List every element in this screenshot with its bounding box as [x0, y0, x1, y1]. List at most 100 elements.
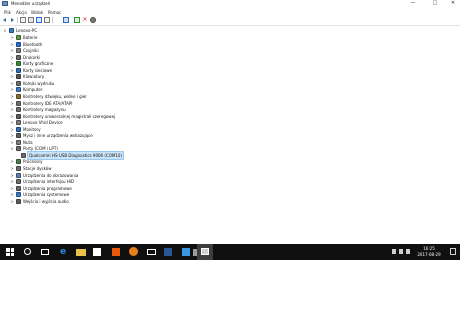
store-icon[interactable]	[93, 248, 101, 256]
chevron-right-icon[interactable]: >	[10, 114, 14, 119]
scan-icon[interactable]	[90, 17, 96, 23]
chevron-right-icon[interactable]: >	[10, 35, 14, 40]
chevron-right-icon[interactable]: >	[10, 68, 14, 73]
minimize-button[interactable]: —	[407, 0, 419, 8]
maximize-button[interactable]: □	[429, 0, 441, 8]
properties-icon-2[interactable]	[28, 17, 34, 23]
title-bar[interactable]: Menedżer urządzeń — □ ✕	[0, 0, 460, 9]
firefox-icon[interactable]	[129, 247, 138, 256]
device-icon	[16, 146, 21, 152]
device-icon	[16, 41, 21, 47]
device-icon	[16, 166, 21, 171]
device-icon	[16, 100, 21, 106]
device-icon	[16, 48, 21, 54]
device-icon	[21, 152, 26, 158]
update-driver-icon[interactable]	[74, 17, 80, 23]
tree-category-item[interactable]: > Wejścia i wyjścia audio	[0, 198, 200, 205]
tree-root-label: Lenovo-PC	[16, 28, 38, 33]
device-manager-icon	[2, 1, 8, 6]
device-icon	[16, 120, 21, 126]
office-icon[interactable]	[112, 248, 120, 256]
monitor-icon[interactable]	[63, 17, 69, 23]
edge-icon[interactable]: e	[58, 247, 68, 257]
device-icon	[16, 35, 21, 40]
uninstall-icon[interactable]: ✕	[82, 17, 88, 23]
device-icon	[16, 67, 21, 73]
chevron-right-icon[interactable]: >	[10, 55, 14, 60]
device-icon	[16, 192, 21, 198]
chevron-right-icon[interactable]: >	[10, 159, 14, 164]
chevron-right-icon[interactable]: >	[10, 199, 14, 204]
battery-icon[interactable]	[406, 249, 410, 254]
start-icon[interactable]	[6, 248, 14, 256]
device-icon	[16, 159, 21, 165]
device-icon	[16, 61, 21, 67]
device-icon	[16, 179, 21, 185]
search-icon[interactable]	[24, 248, 31, 255]
notification-icon[interactable]	[450, 248, 456, 255]
device-icon	[16, 126, 21, 132]
chevron-right-icon[interactable]: >	[10, 81, 14, 86]
chevron-right-icon[interactable]: >	[10, 120, 14, 125]
toolbar-separator	[17, 17, 18, 23]
device-icon	[16, 93, 21, 99]
chevron-right-icon[interactable]: >	[10, 74, 14, 79]
device-manager-icon[interactable]	[201, 248, 209, 255]
chevron-right-icon[interactable]: >	[10, 107, 14, 112]
app-root: Menedżer urządzeń — □ ✕ Plik Akcja Widok…	[0, 0, 460, 320]
device-icon	[16, 139, 21, 145]
chevron-right-icon[interactable]: >	[10, 48, 14, 53]
help-icon[interactable]	[36, 17, 42, 23]
tree-root[interactable]: v Lenovo-PC	[0, 27, 200, 34]
chevron-right-icon[interactable]: >	[10, 101, 14, 106]
device-icon	[16, 107, 21, 113]
chevron-right-icon[interactable]: >	[10, 166, 14, 171]
task-view-icon[interactable]	[41, 249, 49, 255]
device-manager-window: Menedżer urządzeń — □ ✕ Plik Akcja Widok…	[0, 0, 460, 244]
menu-item-help[interactable]: Pomoc	[48, 9, 61, 16]
clock-date[interactable]: 2017-08-29	[412, 252, 446, 258]
taskbar: e 16:25 2017-08-29	[0, 244, 460, 260]
device-icon	[16, 185, 21, 191]
properties-icon[interactable]	[20, 17, 26, 23]
chevron-right-icon[interactable]: >	[10, 87, 14, 92]
chevron-right-icon[interactable]: >	[10, 61, 14, 66]
network-icon[interactable]	[392, 249, 396, 254]
mail-icon[interactable]	[147, 249, 156, 255]
chevron-right-icon[interactable]: >	[10, 173, 14, 178]
tree-item-label: Wejścia i wyjścia audio	[23, 198, 69, 204]
device-icon	[16, 198, 21, 204]
volume-icon[interactable]	[399, 249, 403, 254]
close-button[interactable]: ✕	[447, 0, 459, 8]
view-icon[interactable]	[44, 17, 50, 23]
chevron-right-icon[interactable]: >	[10, 192, 14, 197]
menu-item-file[interactable]: Plik	[4, 9, 11, 16]
menu-bar: Plik Akcja Widok Pomoc	[0, 9, 460, 16]
toolbar-separator	[52, 17, 53, 23]
chevron-right-icon[interactable]: >	[10, 127, 14, 132]
device-icon	[16, 54, 21, 60]
computer-icon	[9, 28, 14, 33]
word-icon[interactable]	[164, 248, 172, 256]
back-icon[interactable]	[3, 18, 6, 22]
menu-item-view[interactable]: Widok	[31, 9, 43, 16]
chevron-right-icon[interactable]: >	[10, 42, 14, 47]
forward-icon[interactable]	[11, 18, 14, 22]
file-explorer-icon[interactable]	[76, 249, 86, 256]
chevron-right-icon[interactable]: >	[10, 186, 14, 191]
chevron-right-icon[interactable]: >	[10, 133, 14, 138]
device-tree: v Lenovo-PC > Baterie > Bluetooth > Czujniki >…	[0, 27, 460, 242]
menu-item-action[interactable]: Akcja	[16, 9, 27, 16]
chevron-right-icon[interactable]: >	[10, 179, 14, 184]
window-title: Menedżer urządzeń	[11, 1, 51, 6]
device-icon	[16, 133, 21, 139]
blank-area	[0, 260, 460, 320]
chevron-right-icon[interactable]: >	[10, 140, 14, 145]
device-icon	[16, 80, 21, 86]
chevron-right-icon[interactable]: >	[10, 94, 14, 99]
photos-icon[interactable]	[182, 248, 190, 256]
chevron-down-icon[interactable]: v	[10, 146, 14, 151]
device-icon	[16, 113, 21, 119]
expander-icon[interactable]: v	[3, 28, 7, 33]
toolbar: ✕	[0, 16, 460, 26]
